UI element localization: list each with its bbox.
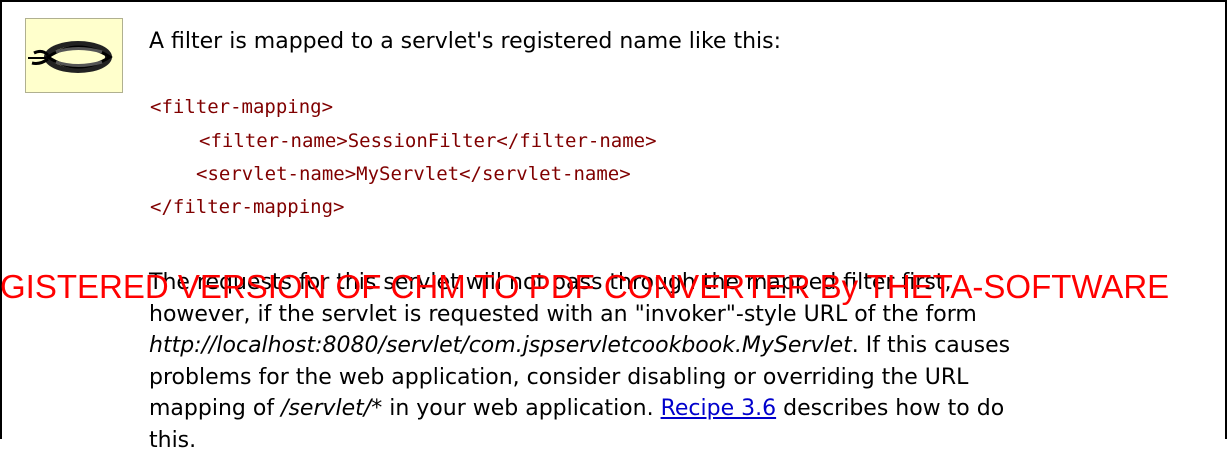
code-line: <filter-name>SessionFilter</filter-name> xyxy=(199,132,657,151)
binoculars-icon xyxy=(25,18,123,93)
recipe-link[interactable]: Recipe 3.6 xyxy=(661,396,777,421)
code-line: </filter-mapping> xyxy=(150,198,344,217)
para-line: mapping of /servlet/* in your web applic… xyxy=(149,393,1219,425)
para-text: mapping of xyxy=(149,396,281,421)
note-box: A filter is mapped to a servlet's regist… xyxy=(0,0,1227,439)
note-intro: A filter is mapped to a servlet's regist… xyxy=(149,29,1209,54)
path-text: /servlet/* xyxy=(281,396,382,421)
watermark-text: GISTERED VERSION OF CHM TO PDF CONVERTER… xyxy=(0,270,1169,303)
code-line: <filter-mapping> xyxy=(150,98,333,117)
para-line: problems for the web application, consid… xyxy=(149,362,1219,394)
code-line: <servlet-name>MyServlet</servlet-name> xyxy=(196,165,631,184)
para-text: . If this causes xyxy=(852,333,1010,358)
para-line: http://localhost:8080/servlet/com.jspser… xyxy=(149,330,1219,362)
url-text: http://localhost:8080/servlet/com.jspser… xyxy=(149,333,852,358)
para-text: in your web application. xyxy=(382,396,660,421)
para-text: describes how to do xyxy=(776,396,1004,421)
para-line: this. xyxy=(149,425,1219,456)
